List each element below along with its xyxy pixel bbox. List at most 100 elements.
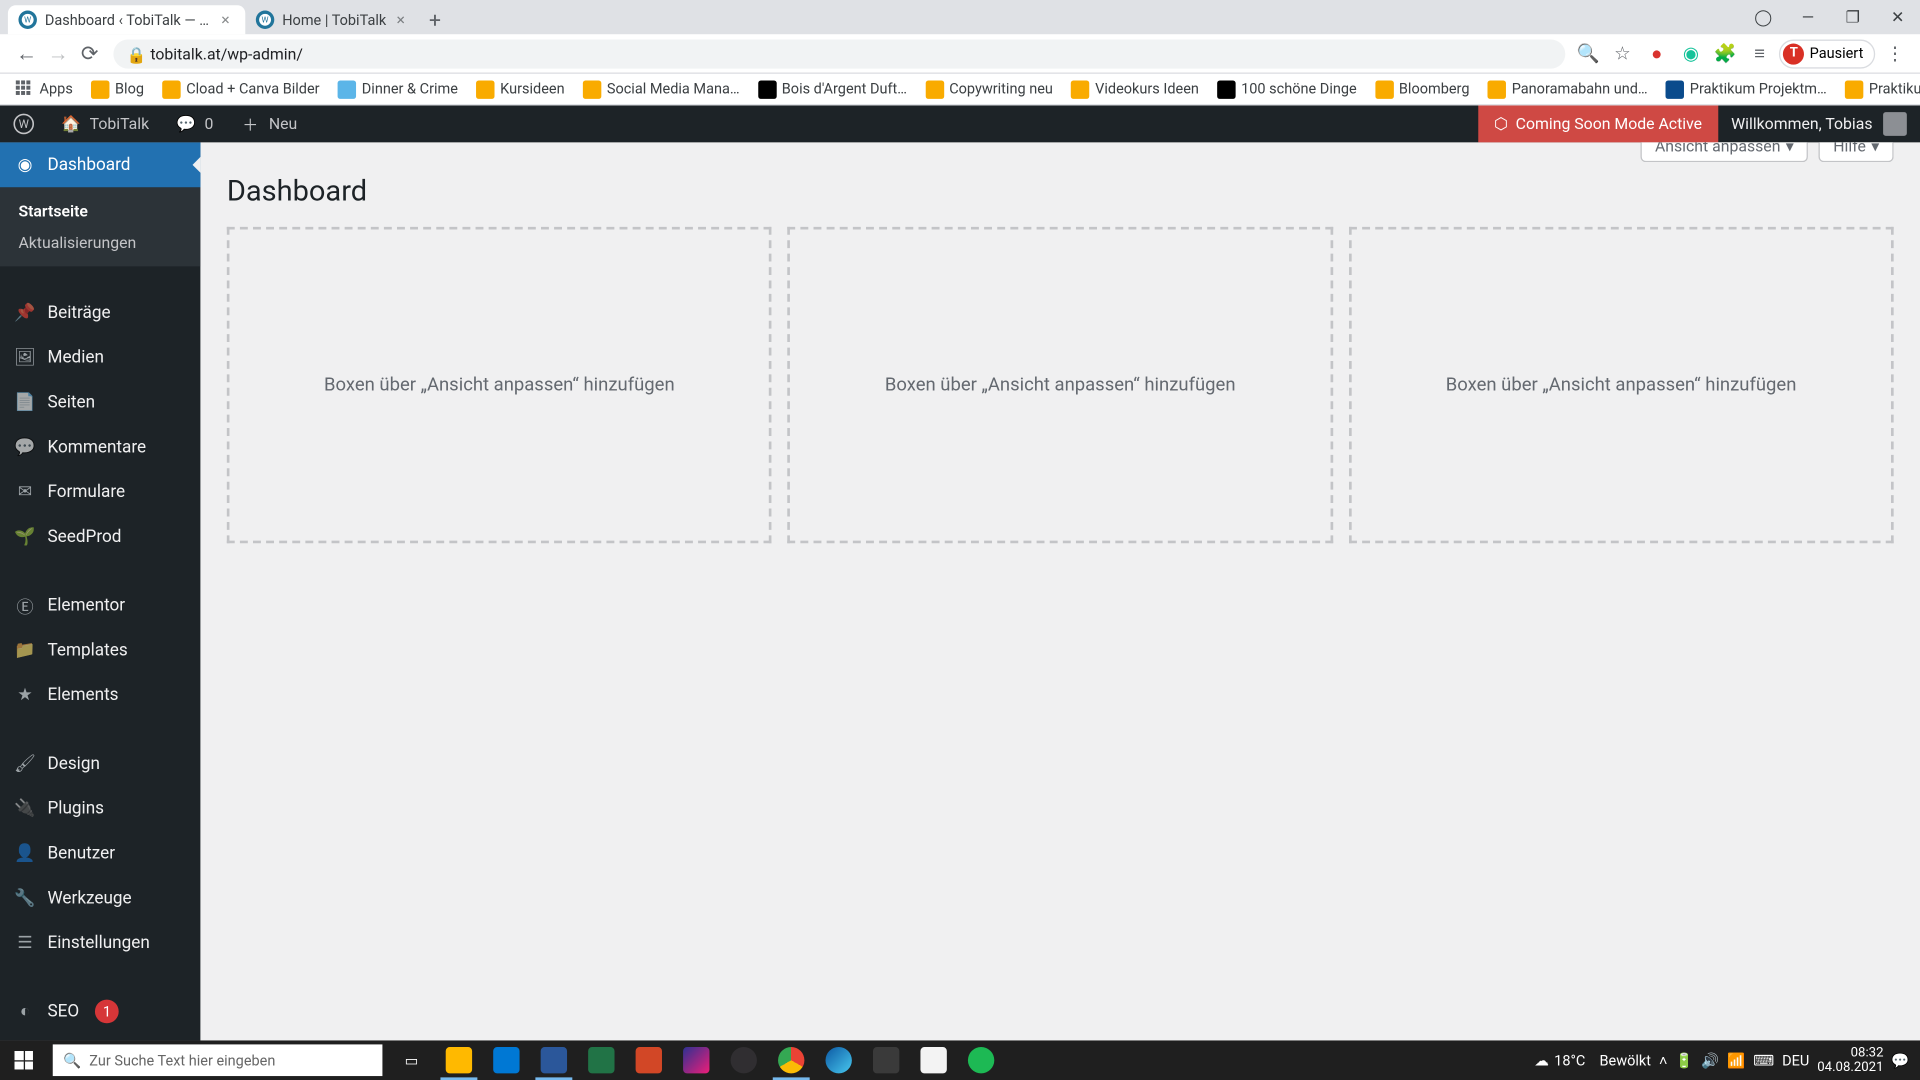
bookmark-item[interactable]: Praktikum Projektm… bbox=[1658, 76, 1834, 102]
tray-volume-icon[interactable]: 🔊 bbox=[1701, 1052, 1719, 1069]
circle-icon[interactable]: ◯ bbox=[1741, 0, 1786, 34]
sidebar-item-seedprod[interactable]: 🌱SeedProd bbox=[0, 514, 200, 559]
comment-icon: 💬 bbox=[13, 435, 37, 459]
bookmark-item[interactable]: Kursideen bbox=[469, 76, 573, 102]
plus-icon: ＋ bbox=[240, 113, 261, 134]
bookmark-item[interactable]: 100 schöne Dinge bbox=[1209, 76, 1364, 102]
taskbar-mail-icon[interactable] bbox=[483, 1040, 530, 1080]
extension-abp-icon[interactable]: ● bbox=[1642, 39, 1671, 68]
taskbar-app-icon[interactable] bbox=[862, 1040, 909, 1080]
taskbar-explorer-icon[interactable] bbox=[435, 1040, 482, 1080]
tab-active[interactable]: W Dashboard ‹ TobiTalk — WordPre × bbox=[8, 5, 245, 34]
bookmark-item[interactable]: Videokurs Ideen bbox=[1063, 76, 1206, 102]
tray-chevron-icon[interactable]: ˄ bbox=[1659, 1052, 1667, 1069]
forward-icon[interactable]: → bbox=[42, 38, 74, 70]
task-view-icon[interactable]: ▭ bbox=[388, 1040, 435, 1080]
sidebar-item-settings[interactable]: ☰Einstellungen bbox=[0, 920, 200, 965]
sidebar-item-design[interactable]: 🖌Design bbox=[0, 741, 200, 786]
site-name-button[interactable]: 🏠TobiTalk bbox=[47, 105, 162, 142]
extension-grammarly-icon[interactable]: ◉ bbox=[1676, 39, 1705, 68]
close-icon[interactable]: × bbox=[391, 11, 409, 29]
tab-inactive[interactable]: W Home | TobiTalk × bbox=[245, 5, 420, 34]
sidebar-item-templates[interactable]: 📁Templates bbox=[0, 628, 200, 673]
help-button[interactable]: Hilfe▾ bbox=[1819, 142, 1894, 162]
back-icon[interactable]: ← bbox=[11, 38, 43, 70]
reload-icon[interactable]: ⟳ bbox=[74, 38, 106, 70]
taskbar-edge-icon[interactable] bbox=[815, 1040, 862, 1080]
sidebar-item-elementor[interactable]: ⒺElementor bbox=[0, 583, 200, 628]
taskbar-powerpoint-icon[interactable] bbox=[625, 1040, 672, 1080]
minimize-icon[interactable]: — bbox=[1786, 0, 1831, 34]
taskbar-notepad-icon[interactable] bbox=[910, 1040, 957, 1080]
user-menu[interactable]: Willkommen, Tobias bbox=[1718, 112, 1920, 136]
taskbar-app-icon[interactable] bbox=[673, 1040, 720, 1080]
sidebar-item-media[interactable]: 🖼Medien bbox=[0, 335, 200, 380]
new-tab-button[interactable]: + bbox=[421, 5, 450, 34]
maximize-icon[interactable]: ❐ bbox=[1830, 0, 1875, 34]
sidebar-item-pages[interactable]: 📄Seiten bbox=[0, 380, 200, 425]
tab-title: Dashboard ‹ TobiTalk — WordPre bbox=[45, 11, 211, 28]
bookmark-item[interactable]: Social Media Mana… bbox=[575, 76, 747, 102]
extensions-icon[interactable]: 🧩 bbox=[1711, 39, 1740, 68]
taskbar-chrome-icon[interactable] bbox=[767, 1040, 814, 1080]
folder-icon bbox=[162, 80, 180, 98]
apps-button[interactable]: Apps bbox=[8, 76, 81, 102]
sidebar-item-seo[interactable]: ◐SEO1 bbox=[0, 989, 200, 1034]
bookmark-item[interactable]: Bois d'Argent Duft… bbox=[750, 76, 915, 102]
close-window-icon[interactable]: ✕ bbox=[1875, 0, 1920, 34]
sidebar-item-forms[interactable]: ✉Formulare bbox=[0, 469, 200, 514]
browser-tab-strip: W Dashboard ‹ TobiTalk — WordPre × W Hom… bbox=[0, 0, 1920, 34]
bookmark-item[interactable]: Bloomberg bbox=[1367, 76, 1477, 102]
dashboard-icon: ◉ bbox=[13, 153, 37, 177]
zoom-icon[interactable]: 🔍 bbox=[1574, 39, 1603, 68]
screen-options-button[interactable]: Ansicht anpassen▾ bbox=[1640, 142, 1808, 162]
star-icon[interactable]: ☆ bbox=[1608, 39, 1637, 68]
reading-list-icon[interactable]: ≡ bbox=[1745, 39, 1774, 68]
weather-widget[interactable]: ☁18°C Bewölkt bbox=[1534, 1052, 1651, 1069]
sidebar-item-comments[interactable]: 💬Kommentare bbox=[0, 425, 200, 470]
sliders-icon: ☰ bbox=[13, 931, 37, 955]
taskbar-excel-icon[interactable] bbox=[578, 1040, 625, 1080]
taskbar-search[interactable]: 🔍Zur Suche Text hier eingeben bbox=[53, 1044, 383, 1076]
bookmark-item[interactable]: Blog bbox=[83, 76, 152, 102]
sidebar-item-plugins[interactable]: 🔌Plugins bbox=[0, 786, 200, 831]
comments-button[interactable]: 💬0 bbox=[162, 105, 226, 142]
wp-logo-button[interactable]: W bbox=[0, 105, 47, 142]
tray-battery-icon[interactable]: 🔋 bbox=[1675, 1052, 1693, 1069]
taskbar-spotify-icon[interactable] bbox=[957, 1040, 1004, 1080]
wrench-icon: 🔧 bbox=[13, 886, 37, 910]
sidebar-item-dashboard[interactable]: ◉Dashboard bbox=[0, 142, 200, 187]
warning-icon: ⬡ bbox=[1494, 115, 1508, 133]
bookmark-item[interactable]: Panoramabahn und… bbox=[1480, 76, 1655, 102]
sidebar-item-tools[interactable]: 🔧Werkzeuge bbox=[0, 876, 200, 921]
sidebar-subitem-home[interactable]: Startseite bbox=[0, 195, 200, 227]
tray-clock[interactable]: 08:3204.08.2021 bbox=[1817, 1046, 1883, 1075]
profile-chip[interactable]: T Pausiert bbox=[1779, 39, 1875, 68]
close-icon[interactable]: × bbox=[216, 11, 234, 29]
tab-title: Home | TobiTalk bbox=[282, 11, 386, 28]
address-bar[interactable]: 🔒 tobitalk.at/wp-admin/ bbox=[113, 39, 1565, 68]
plug-icon: 🔌 bbox=[13, 796, 37, 820]
folder-icon bbox=[1375, 80, 1393, 98]
sidebar-item-users[interactable]: 👤Benutzer bbox=[0, 831, 200, 876]
tray-language[interactable]: DEU bbox=[1782, 1052, 1809, 1069]
tray-keyboard-icon[interactable]: ⌨ bbox=[1753, 1052, 1774, 1069]
sidebar-item-elements[interactable]: ★Elements bbox=[0, 673, 200, 718]
bookmark-item[interactable]: Cload + Canva Bilder bbox=[155, 76, 328, 102]
folder-icon bbox=[1071, 80, 1089, 98]
start-button[interactable] bbox=[0, 1040, 47, 1080]
bookmark-item[interactable]: Praktikum WU bbox=[1837, 76, 1920, 102]
sidebar-subitem-updates[interactable]: Aktualisierungen bbox=[0, 227, 200, 259]
bookmark-item[interactable]: Dinner & Crime bbox=[330, 76, 466, 102]
svg-text:W: W bbox=[262, 15, 269, 24]
bookmark-item[interactable]: Copywriting neu bbox=[918, 76, 1061, 102]
coming-soon-badge[interactable]: ⬡Coming Soon Mode Active bbox=[1478, 105, 1718, 142]
taskbar-word-icon[interactable] bbox=[530, 1040, 577, 1080]
tray-notifications-icon[interactable]: 💬 bbox=[1891, 1052, 1909, 1069]
taskbar-obs-icon[interactable] bbox=[720, 1040, 767, 1080]
new-content-button[interactable]: ＋Neu bbox=[227, 105, 311, 142]
kebab-menu-icon[interactable]: ⋮ bbox=[1880, 39, 1909, 68]
tray-wifi-icon[interactable]: 📶 bbox=[1727, 1052, 1745, 1069]
windows-taskbar: 🔍Zur Suche Text hier eingeben ▭ ☁18°C Be… bbox=[0, 1040, 1920, 1080]
sidebar-item-posts[interactable]: 📌Beiträge bbox=[0, 290, 200, 335]
